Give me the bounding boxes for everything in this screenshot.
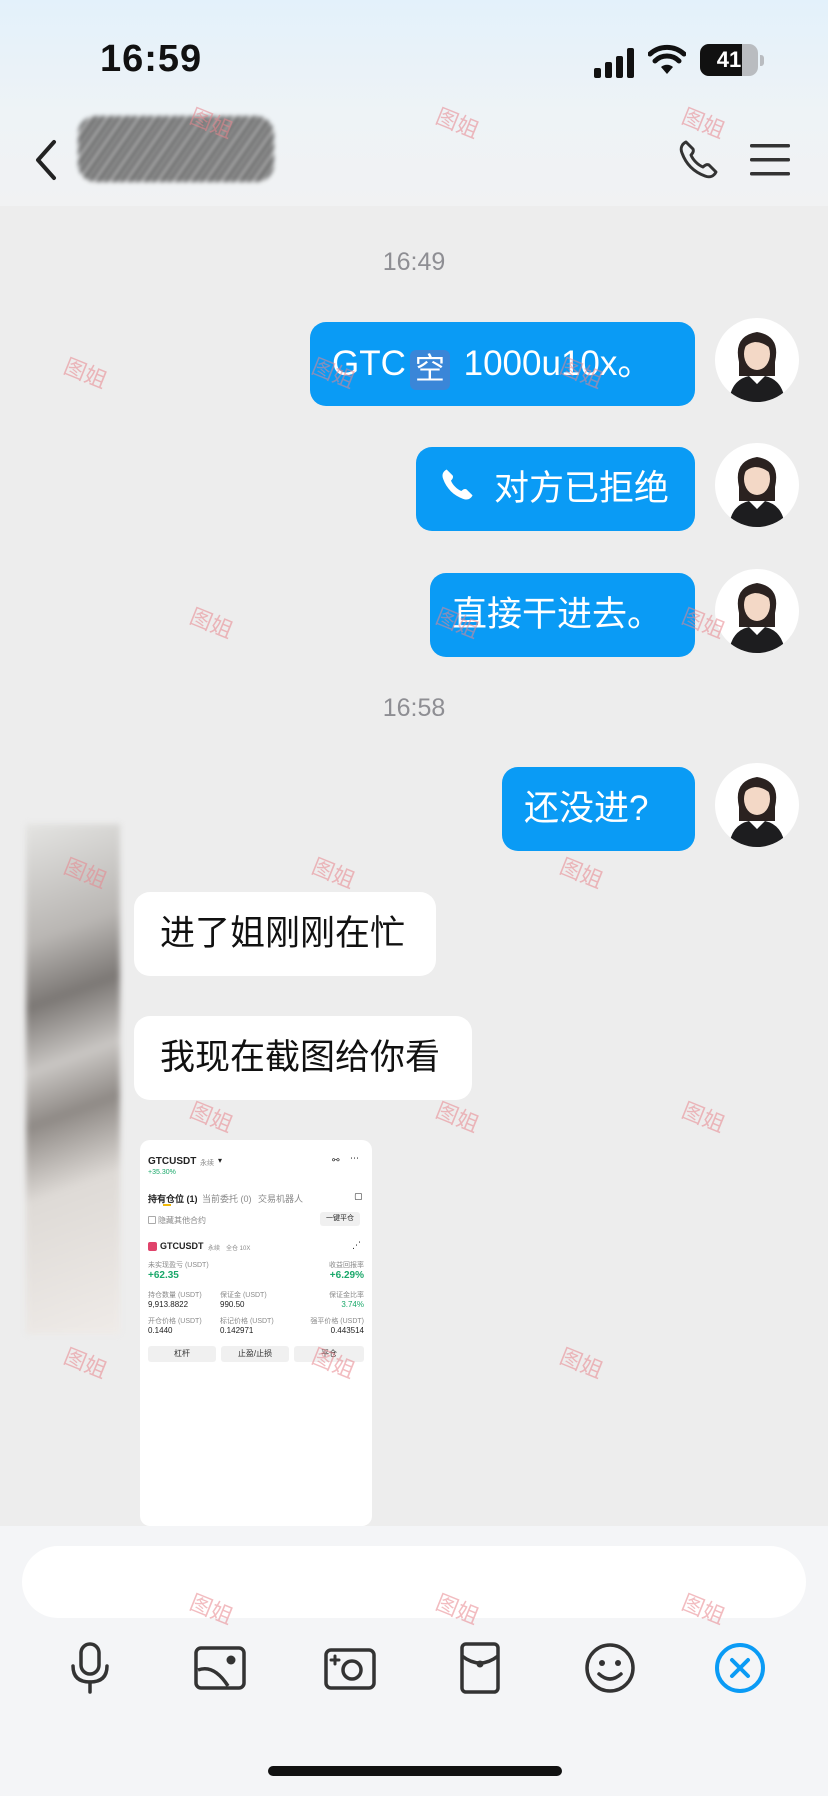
- woman-avatar-icon: [729, 332, 785, 402]
- phone-icon[interactable]: [676, 138, 720, 182]
- watermark: 图姐: [556, 1343, 607, 1384]
- message-bubble-outgoing[interactable]: 直接干进去。: [430, 573, 695, 657]
- field-label: 标记价格 (USDT): [220, 1318, 274, 1325]
- camera-icon[interactable]: [322, 1640, 378, 1696]
- perp-tag: 永续: [200, 1160, 214, 1167]
- watermark: 图姐: [60, 1343, 111, 1384]
- watermark: 图姐: [308, 853, 359, 894]
- field-label: 保证金 (USDT): [220, 1292, 267, 1299]
- field-value: 0.1440: [148, 1326, 173, 1335]
- history-icon: ▢: [354, 1191, 363, 1201]
- field-value: 990.50: [220, 1300, 245, 1309]
- message-bubble-incoming[interactable]: 我现在截图给你看: [134, 1016, 472, 1100]
- field-value: +62.35: [148, 1270, 179, 1281]
- position-tag: 全仓 10X: [226, 1246, 251, 1252]
- field-value: +6.29%: [329, 1270, 364, 1281]
- battery-tip: [760, 55, 764, 66]
- field-label: 未实现盈亏 (USDT): [148, 1262, 209, 1269]
- hide-other-label: 隐藏其他合约: [158, 1216, 206, 1225]
- watermark: 图姐: [556, 853, 607, 894]
- message-text: 1000u10x。: [453, 344, 653, 383]
- field-label: 保证金比率: [329, 1292, 364, 1299]
- message-text: 我现在截图给你看: [160, 1038, 441, 1077]
- message-bubble-outgoing[interactable]: GTC 空 1000u10x。: [310, 322, 695, 406]
- kong-emoji-icon: 空: [409, 350, 450, 390]
- close-position-button: 平仓: [294, 1346, 364, 1362]
- message-bubble-outgoing[interactable]: 还没进?: [502, 767, 695, 851]
- watermark: 图姐: [186, 603, 237, 644]
- timestamp: 16:58: [382, 694, 446, 722]
- tab-orders: 当前委托 (0): [202, 1194, 252, 1204]
- tab-bots: 交易机器人: [258, 1194, 304, 1204]
- field-label: 收益回报率: [329, 1262, 364, 1269]
- share-icon: ⋰: [352, 1240, 361, 1250]
- status-time: 16:59: [100, 38, 203, 80]
- message-text: 进了姐刚刚在忙: [160, 914, 406, 953]
- field-value: 0.443514: [330, 1326, 364, 1335]
- avatar[interactable]: [715, 569, 799, 653]
- chevron-down-icon: ▾: [218, 1156, 223, 1165]
- checkbox: [148, 1216, 156, 1224]
- woman-avatar-icon: [729, 457, 785, 527]
- tab-positions: 持有仓位 (1): [148, 1194, 198, 1204]
- message-input[interactable]: [22, 1546, 806, 1618]
- leverage-button: 杠杆: [148, 1346, 216, 1362]
- microphone-icon[interactable]: [62, 1640, 118, 1696]
- field-label: 强平价格 (USDT): [310, 1318, 364, 1325]
- position-pair: GTCUSDT: [160, 1241, 204, 1251]
- image-message[interactable]: GTCUSDT 永续 ▾ +35.30% ⚯ ⋯ 持有仓位 (1) 当前委托 (…: [140, 1140, 372, 1526]
- red-packet-icon[interactable]: [452, 1640, 508, 1696]
- pair-title: GTCUSDT: [148, 1156, 197, 1167]
- message-text: 直接干进去。: [452, 595, 663, 634]
- woman-avatar-icon: [729, 583, 785, 653]
- call-declined-bubble[interactable]: 对方已拒绝: [416, 447, 695, 531]
- position-tag: 永续: [208, 1246, 221, 1252]
- avatar[interactable]: [715, 763, 799, 847]
- message-text: 对方已拒绝: [494, 469, 670, 508]
- field-label: 开仓价格 (USDT): [148, 1318, 202, 1325]
- menu-icon[interactable]: [750, 142, 790, 178]
- message-bubble-incoming[interactable]: 进了姐刚刚在忙: [134, 892, 436, 976]
- woman-avatar-icon: [729, 777, 785, 847]
- avatar[interactable]: [26, 824, 120, 1334]
- wifi-icon: [648, 44, 686, 74]
- emoji-icon[interactable]: [582, 1640, 638, 1696]
- timestamp: 16:49: [382, 248, 446, 276]
- field-value: 3.74%: [341, 1300, 364, 1309]
- field-value: 9,913.8822: [148, 1300, 189, 1309]
- cellular-signal-icon: [594, 48, 634, 78]
- watermark: 图姐: [60, 353, 111, 394]
- avatar[interactable]: [715, 443, 799, 527]
- message-text: 还没进?: [524, 789, 649, 828]
- contact-name-redacted[interactable]: [78, 116, 274, 182]
- field-label: 持仓数量 (USDT): [148, 1292, 202, 1299]
- price-change: +35.30%: [148, 1169, 176, 1176]
- phone-icon: [442, 469, 473, 500]
- back-icon[interactable]: [30, 136, 62, 184]
- watermark: 图姐: [678, 1097, 729, 1138]
- avatar[interactable]: [715, 318, 799, 402]
- tab-indicator: [163, 1204, 171, 1206]
- settings-icon: ⚯: [332, 1155, 340, 1165]
- message-text: GTC: [332, 344, 406, 383]
- close-all-button: 一键平仓: [320, 1212, 360, 1226]
- tp-sl-button: 止盈/止损: [221, 1346, 289, 1362]
- field-value: 0.142971: [220, 1326, 254, 1335]
- token-icon: [148, 1242, 157, 1251]
- image-icon[interactable]: [192, 1640, 248, 1696]
- home-indicator: [268, 1766, 562, 1776]
- more-icon: ⋯: [350, 1153, 359, 1163]
- battery-icon: 41: [700, 44, 758, 76]
- battery-percent: 41: [716, 47, 742, 72]
- close-icon[interactable]: [712, 1640, 768, 1696]
